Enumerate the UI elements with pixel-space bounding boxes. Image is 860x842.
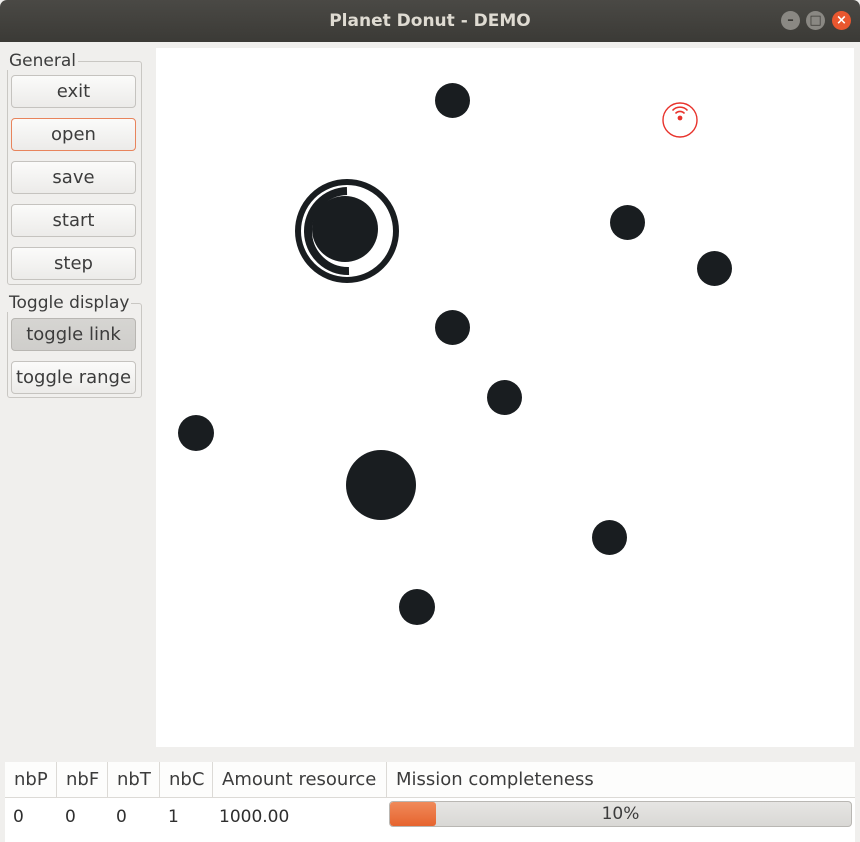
- cell-amount-resource: 1000.00: [219, 807, 290, 827]
- planet: [610, 205, 645, 240]
- header-mission-completeness[interactable]: Mission completeness: [387, 762, 855, 798]
- planet: [435, 310, 470, 345]
- minimize-icon: –: [787, 13, 794, 28]
- cell-nbf: 0: [65, 807, 76, 827]
- cell-nbc: 1: [168, 807, 179, 827]
- header-amount-resource[interactable]: Amount resource: [213, 762, 387, 798]
- header-nbt[interactable]: nbT: [108, 762, 160, 798]
- planet: [487, 380, 522, 415]
- title-bar: Planet Donut - DEMO – □ ×: [0, 0, 860, 42]
- map-canvas[interactable]: [156, 48, 854, 747]
- large-planet: [346, 450, 416, 520]
- open-button[interactable]: open: [11, 118, 136, 151]
- general-legend: General: [7, 51, 78, 71]
- mission-progress-bar: 10%: [389, 801, 852, 827]
- toggle-display-legend: Toggle display: [7, 293, 132, 313]
- header-nbc[interactable]: nbC: [160, 762, 213, 798]
- planet: [178, 415, 214, 451]
- start-button[interactable]: start: [11, 204, 136, 237]
- maximize-button[interactable]: □: [806, 11, 825, 30]
- minimize-button[interactable]: –: [781, 11, 800, 30]
- toggle-range-button[interactable]: toggle range: [11, 361, 136, 394]
- planet: [697, 251, 732, 286]
- maximize-icon: □: [809, 13, 822, 28]
- planet: [435, 83, 470, 118]
- close-icon: ×: [836, 13, 847, 28]
- stats-table: nbP nbF nbT nbC Amount resource Mission …: [5, 762, 855, 842]
- planet: [399, 589, 435, 625]
- close-button[interactable]: ×: [832, 11, 851, 30]
- header-nbp[interactable]: nbP: [5, 762, 57, 798]
- step-button[interactable]: step: [11, 247, 136, 280]
- cell-nbt: 0: [116, 807, 127, 827]
- toggle-link-button[interactable]: toggle link: [11, 318, 136, 351]
- exit-button[interactable]: exit: [11, 75, 136, 108]
- window-title: Planet Donut - DEMO: [329, 11, 531, 31]
- save-button[interactable]: save: [11, 161, 136, 194]
- progress-label: 10%: [601, 804, 640, 824]
- base-ring-icon: [295, 179, 399, 283]
- header-nbf[interactable]: nbF: [57, 762, 108, 798]
- cell-nbp: 0: [13, 807, 24, 827]
- planet: [592, 520, 627, 555]
- wifi-robot-icon: [662, 102, 698, 138]
